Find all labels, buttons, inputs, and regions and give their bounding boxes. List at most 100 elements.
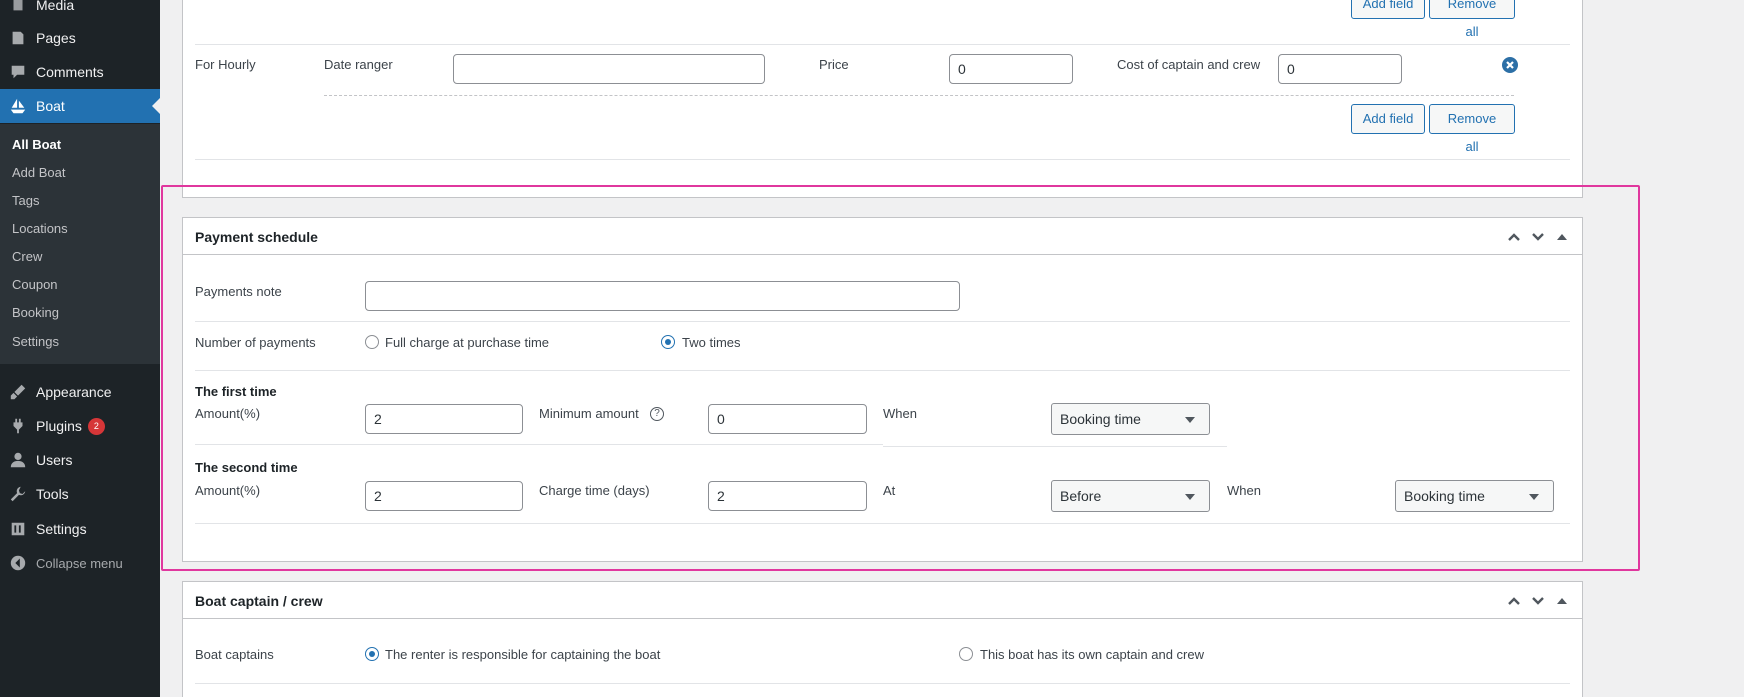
menu-item-appearance[interactable]: Appearance — [0, 375, 160, 409]
wrench-icon — [0, 485, 36, 503]
submenu-item-crew[interactable]: Crew — [12, 249, 42, 264]
submenu-item-coupon[interactable]: Coupon — [12, 277, 58, 292]
collapse-triangle-icon[interactable] — [1552, 228, 1572, 246]
submenu-item-all-boat[interactable]: All Boat — [12, 137, 61, 152]
dropdown-caret-icon — [1185, 494, 1195, 500]
plugins-update-badge: 2 — [87, 417, 105, 435]
radio-own-captain[interactable] — [959, 647, 973, 661]
menu-label: Tools — [36, 486, 69, 502]
collapse-icon — [0, 554, 36, 572]
menu-label: Comments — [36, 64, 104, 80]
collapse-menu-label: Collapse menu — [36, 555, 123, 571]
menu-label: Users — [36, 452, 73, 468]
chevron-down-icon[interactable] — [1528, 592, 1548, 610]
chevron-up-icon[interactable] — [1504, 592, 1524, 610]
plugin-icon — [0, 417, 36, 435]
payment-schedule-title: Payment schedule — [195, 229, 318, 245]
captain-crew-title: Boat captain / crew — [195, 593, 323, 609]
chevron-up-icon[interactable] — [1504, 228, 1524, 246]
row-separator — [195, 321, 1570, 322]
second-when-label: When — [1227, 483, 1261, 498]
panel-header: Payment schedule — [183, 218, 1582, 255]
first-when-label: When — [883, 406, 917, 421]
pages-icon — [0, 29, 36, 47]
at-label: At — [883, 483, 896, 498]
row-separator — [195, 444, 883, 445]
menu-item-users[interactable]: Users — [0, 443, 160, 477]
price-label: Price — [819, 57, 849, 72]
menu-item-tools[interactable]: Tools — [0, 477, 160, 511]
minimum-amount-label: Minimum amount — [539, 406, 639, 421]
at-value: Before — [1060, 488, 1102, 504]
boat-submenu: All Boat Add Boat Tags Locations Crew Co… — [0, 124, 160, 364]
crew-cost-label: Cost of captain and crew — [1117, 57, 1261, 72]
add-field-button[interactable]: Add field — [1351, 104, 1425, 134]
submenu-item-add-boat[interactable]: Add Boat — [12, 165, 66, 180]
radio-renter-captain[interactable] — [365, 647, 379, 661]
panel-controls — [1504, 228, 1572, 246]
menu-item-boat[interactable]: Boat — [0, 89, 160, 123]
submenu-item-settings[interactable]: Settings — [12, 334, 59, 349]
row-separator — [195, 370, 1570, 371]
remove-all-button[interactable]: Remove all — [1429, 0, 1515, 39]
menu-item-media[interactable]: Media — [0, 0, 160, 22]
collapse-triangle-icon[interactable] — [1552, 592, 1572, 610]
second-amount-input[interactable]: 2 — [365, 481, 523, 511]
row-separator — [195, 159, 1570, 160]
charge-time-input[interactable]: 2 — [708, 481, 867, 511]
remove-row-icon[interactable] — [1502, 57, 1518, 73]
dashed-separator — [324, 95, 1514, 96]
media-icon — [0, 0, 36, 14]
help-icon[interactable]: ? — [650, 407, 664, 421]
dropdown-caret-icon — [1529, 494, 1539, 500]
date-range-input[interactable] — [453, 54, 765, 84]
menu-label: Pages — [36, 30, 76, 46]
price-input[interactable]: 0 — [949, 54, 1073, 84]
full-charge-label[interactable]: Full charge at purchase time — [385, 335, 549, 350]
submenu-item-tags[interactable]: Tags — [12, 193, 39, 208]
dropdown-caret-icon — [1185, 417, 1195, 423]
at-select[interactable]: Before — [1051, 480, 1210, 512]
first-amount-input[interactable]: 2 — [365, 404, 523, 434]
second-when-value: Booking time — [1404, 488, 1485, 504]
menu-label: Appearance — [36, 384, 112, 400]
minimum-amount-input[interactable]: 0 — [708, 404, 867, 434]
second-time-heading: The second time — [195, 460, 298, 475]
row-separator — [195, 523, 1570, 524]
add-field-button[interactable]: Add field — [1351, 0, 1425, 19]
boat-icon — [0, 97, 36, 115]
payments-note-input[interactable] — [365, 281, 960, 311]
menu-label: Media — [36, 0, 75, 13]
first-when-value: Booking time — [1060, 411, 1141, 427]
menu-item-settings[interactable]: Settings — [0, 512, 160, 546]
radio-full-charge[interactable] — [365, 335, 379, 349]
hourly-label: For Hourly — [195, 57, 256, 72]
payments-note-label: Payments note — [195, 284, 282, 299]
collapse-menu-button[interactable]: Collapse menu — [0, 546, 160, 580]
menu-label: Plugins — [36, 418, 82, 434]
row-separator — [883, 446, 1227, 447]
menu-item-pages[interactable]: Pages — [0, 21, 160, 55]
users-icon — [0, 451, 36, 469]
two-times-label[interactable]: Two times — [682, 335, 741, 350]
submenu-item-locations[interactable]: Locations — [12, 221, 68, 236]
captain-crew-panel: Boat captain / crew Boat captains The re… — [182, 581, 1583, 697]
panel-header: Boat captain / crew — [183, 582, 1582, 619]
menu-item-comments[interactable]: Comments — [0, 55, 160, 89]
row-separator — [195, 44, 1570, 45]
submenu-item-booking[interactable]: Booking — [12, 305, 59, 320]
first-when-select[interactable]: Booking time — [1051, 403, 1210, 435]
number-of-payments-label: Number of payments — [195, 335, 316, 350]
own-captain-label[interactable]: This boat has its own captain and crew — [980, 647, 1204, 662]
comments-icon — [0, 63, 36, 81]
crew-cost-input[interactable]: 0 — [1278, 54, 1402, 84]
chevron-down-icon[interactable] — [1528, 228, 1548, 246]
date-range-label: Date ranger — [324, 57, 393, 72]
radio-two-times[interactable] — [661, 335, 675, 349]
payment-schedule-panel: Payment schedule Payments note Number of… — [182, 217, 1583, 562]
remove-all-button[interactable]: Remove all — [1429, 104, 1515, 154]
pricing-panel: Add field Remove all For Hourly Date ran… — [182, 0, 1583, 198]
menu-item-plugins[interactable]: Plugins 2 — [0, 409, 160, 443]
second-when-select[interactable]: Booking time — [1395, 480, 1554, 512]
renter-captain-label[interactable]: The renter is responsible for captaining… — [385, 647, 660, 662]
